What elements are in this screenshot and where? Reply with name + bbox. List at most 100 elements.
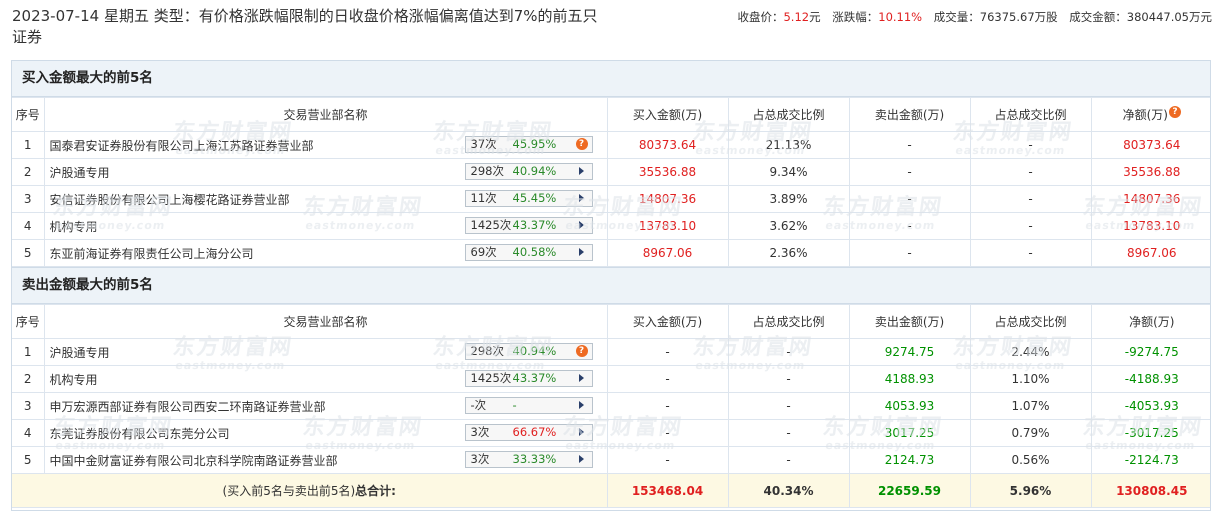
broker-stats-tag[interactable]: 11次 45.45% [464, 190, 593, 207]
sell-amount: 4053.93 [848, 392, 971, 420]
broker-name[interactable]: 东莞证券股份有限公司东莞分公司 [50, 427, 230, 441]
broker-cell: 沪股通专用 298次 40.94% [43, 158, 608, 186]
buy-ratio: 2.36% [727, 239, 850, 267]
broker-stats-tag[interactable]: 1425次 43.37% [464, 217, 593, 234]
buy-ratio: - [727, 446, 850, 474]
broker-stats-tag[interactable]: 37次 45.95%? [464, 136, 593, 153]
appearance-count: 298次 [470, 344, 504, 358]
sell-ratio: - [969, 185, 1092, 213]
broker-name[interactable]: 安信证券股份有限公司上海樱花路证券营业部 [50, 193, 290, 207]
buy-amount: - [606, 446, 729, 474]
broker-name[interactable]: 国泰君安证券股份有限公司上海江苏路证券营业部 [50, 139, 314, 153]
amount-value: 380447.05万元 [1126, 10, 1212, 24]
stock-summary: 收盘价：5.12元 涨跌幅：10.11% 成交量：76375.67万股 成交金额… [737, 9, 1212, 25]
broker-cell: 机构专用 1425次 43.37% [43, 365, 608, 393]
buy-table-header: 序号 交易营业部名称 买入金额(万) 占总成交比例 卖出金额(万) 占总成交比例… [12, 97, 1210, 132]
row-no: 4 [12, 212, 45, 240]
broker-name[interactable]: 机构专用 [50, 220, 98, 234]
sell-amount: 9274.75 [848, 338, 971, 366]
buy-ratio: 3.62% [727, 212, 850, 240]
col-sell: 卖出金额(万) [848, 304, 971, 339]
broker-stats-tag[interactable]: 3次 33.33% [464, 451, 593, 468]
question-icon[interactable]: ? [575, 138, 588, 150]
arrow-right-icon[interactable] [578, 401, 584, 409]
col-net: 净额(万) [1090, 304, 1210, 339]
broker-cell: 安信证券股份有限公司上海樱花路证券营业部 11次 45.45% [43, 185, 608, 213]
col-no: 序号 [12, 304, 45, 339]
col-name: 交易营业部名称 [43, 97, 608, 132]
net-amount: 80373.64 [1090, 131, 1210, 159]
arrow-right-icon[interactable] [578, 428, 584, 436]
win-rate: 45.45% [512, 191, 557, 205]
sell-amount: - [848, 131, 971, 159]
question-icon[interactable]: ? [1168, 106, 1181, 118]
appearance-count: 1425次 [470, 218, 512, 232]
total-label-bold: 总合计: [355, 484, 396, 498]
arrow-right-icon[interactable] [578, 374, 584, 382]
arrow-right-icon[interactable] [578, 194, 584, 202]
broker-name[interactable]: 沪股通专用 [50, 166, 110, 180]
total-label: (买入前5名与卖出前5名)总合计: [12, 473, 608, 508]
total-sell: 22659.59 [848, 473, 971, 508]
row-no: 1 [12, 338, 45, 366]
broker-stats-tag[interactable]: -次 - [464, 397, 593, 414]
broker-stats-tag[interactable]: 298次 40.94% [464, 163, 593, 180]
broker-name[interactable]: 中国中金财富证券有限公司北京科学院南路证券营业部 [50, 454, 338, 468]
change-label: 涨跌幅： [832, 10, 879, 24]
buy-table: 序号 交易营业部名称 买入金额(万) 占总成交比例 卖出金额(万) 占总成交比例… [12, 97, 1210, 267]
arrow-right-icon[interactable] [578, 167, 584, 175]
question-icon[interactable]: ? [575, 345, 588, 357]
win-rate: 40.58% [512, 245, 557, 259]
sell-amount: - [848, 158, 971, 186]
net-amount: 35536.88 [1090, 158, 1210, 186]
appearance-count: 69次 [470, 245, 497, 259]
broker-name[interactable]: 机构专用 [50, 373, 98, 387]
broker-cell: 中国中金财富证券有限公司北京科学院南路证券营业部 3次 33.33% [43, 446, 608, 474]
buy-amount: 8967.06 [606, 239, 729, 267]
buy-ratio: 9.34% [727, 158, 850, 186]
appearance-count: 11次 [470, 191, 497, 205]
table-row: 2 机构专用 1425次 43.37% - -4188.93 1.10% -4188.93 [12, 365, 1210, 393]
volume-label: 成交量： [933, 10, 980, 24]
sell-ratio: - [969, 131, 1092, 159]
close-price-label: 收盘价： [737, 10, 784, 24]
sell-amount: - [848, 212, 971, 240]
row-no: 5 [12, 446, 45, 474]
broker-name[interactable]: 东亚前海证券有限责任公司上海分公司 [50, 247, 254, 261]
broker-name[interactable]: 沪股通专用 [50, 346, 110, 360]
broker-stats-tag[interactable]: 298次 40.94%? [464, 343, 593, 360]
net-amount: -3017.25 [1090, 419, 1210, 447]
win-rate: 66.67% [512, 425, 557, 439]
appearance-count: 3次 [470, 452, 490, 466]
buy-amount: 13783.10 [606, 212, 729, 240]
col-net: 净额(万)? [1090, 97, 1210, 132]
broker-stats-tag[interactable]: 3次 66.67% [464, 424, 593, 441]
sell-amount: - [848, 185, 971, 213]
total-net: 130808.45 [1090, 473, 1210, 508]
sell-amount: 2124.73 [848, 446, 971, 474]
broker-stats-tag[interactable]: 69次 40.58% [464, 244, 593, 261]
buy-ratio: - [727, 419, 850, 447]
broker-cell: 申万宏源西部证券有限公司西安二环南路证券营业部 -次 - [43, 392, 608, 420]
buy-amount: 35536.88 [606, 158, 729, 186]
sell-amount: - [848, 239, 971, 267]
appearance-count: 3次 [470, 425, 490, 439]
sell-ratio: 1.10% [969, 365, 1092, 393]
table-row: 1 国泰君安证券股份有限公司上海江苏路证券营业部 37次 45.95%? 80373.6… [12, 131, 1210, 159]
table-row: 5 中国中金财富证券有限公司北京科学院南路证券营业部 3次 33.33% - -2124.… [12, 446, 1210, 474]
total-buy: 153468.04 [606, 473, 729, 508]
arrow-right-icon[interactable] [578, 221, 584, 229]
dragon-tiger-board: 东方财富网 eastmoney.com 东方财富网 eastmoney.com 东方财富… [11, 60, 1211, 511]
broker-stats-tag[interactable]: 1425次 43.37% [464, 370, 593, 387]
table-row: 4 东莞证券股份有限公司东莞分公司 3次 66.67% - -3017.25 0.79% -3… [12, 419, 1210, 447]
row-no: 3 [12, 392, 45, 420]
broker-name[interactable]: 申万宏源西部证券有限公司西安二环南路证券营业部 [50, 400, 326, 414]
col-sell: 卖出金额(万) [848, 97, 971, 132]
buy-ratio: 3.89% [727, 185, 850, 213]
table-row: 3 安信证券股份有限公司上海樱花路证券营业部 11次 45.45% 14807.36 3.… [12, 185, 1210, 213]
win-rate: 33.33% [512, 452, 557, 466]
row-no: 2 [12, 365, 45, 393]
table-row: 4 机构专用 1425次 43.37% 13783.10 3.62% - -13783.10 [12, 212, 1210, 240]
arrow-right-icon[interactable] [578, 248, 584, 256]
arrow-right-icon[interactable] [578, 455, 584, 463]
